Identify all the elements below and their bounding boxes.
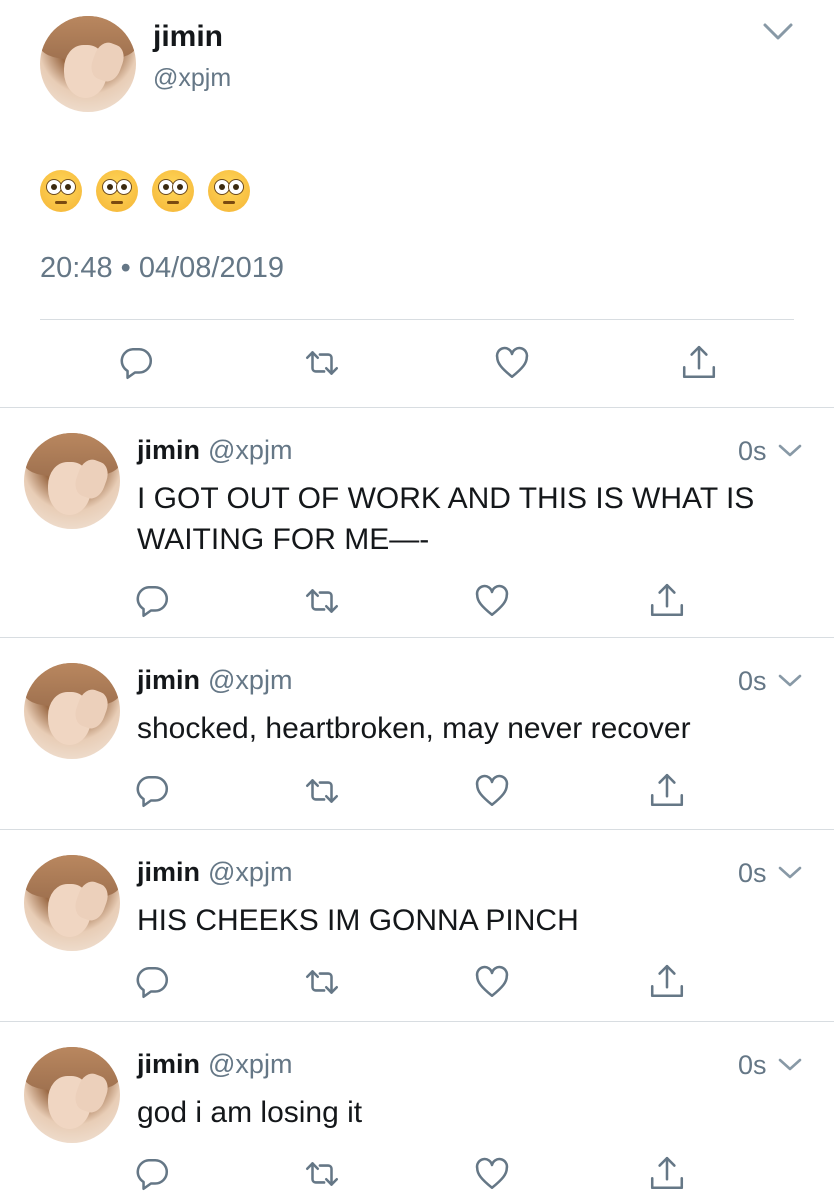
- author-handle: @xpjm: [208, 1049, 293, 1079]
- like-icon[interactable]: [473, 963, 511, 1001]
- divider: [0, 407, 834, 408]
- avatar[interactable]: [24, 663, 120, 759]
- retweet-icon-glyph: [305, 970, 339, 994]
- share-icon-glyph: [682, 345, 716, 378]
- author-name[interactable]: jimin @xpjm: [137, 435, 292, 466]
- like-icon-glyph: [475, 584, 509, 616]
- tweet-text: shocked, heartbroken, may never recover: [137, 712, 691, 745]
- retweet-icon-glyph: [305, 589, 339, 613]
- author-display-name: jimin: [137, 1049, 201, 1079]
- flushed-face-emoji: [40, 170, 82, 212]
- tweet-time: 0s: [738, 666, 767, 696]
- like-icon-glyph: [495, 346, 529, 378]
- like-icon-glyph: [475, 1157, 509, 1189]
- share-icon-glyph: [650, 583, 684, 616]
- tweet-timestamp[interactable]: 20:48 • 04/08/2019: [40, 252, 284, 285]
- retweet-icon[interactable]: [303, 772, 341, 810]
- main-author-name[interactable]: jimin: [153, 20, 223, 54]
- retweet-icon[interactable]: [303, 344, 341, 382]
- tweet-time: 0s: [738, 1050, 767, 1080]
- retweet-icon-glyph: [305, 1162, 339, 1186]
- share-icon[interactable]: [648, 582, 686, 620]
- chevron-down-icon[interactable]: [778, 443, 802, 459]
- like-icon-glyph: [475, 774, 509, 806]
- tweet-emoji-text: [40, 170, 250, 212]
- tweet-time: 0s: [738, 858, 767, 888]
- tweet-text: god i am losing it: [137, 1096, 363, 1129]
- like-icon[interactable]: [473, 1155, 511, 1193]
- flushed-face-emoji: [152, 170, 194, 212]
- chevron-down-icon[interactable]: [778, 865, 802, 881]
- reply-icon-glyph: [136, 586, 168, 618]
- share-icon-glyph: [650, 1156, 684, 1189]
- author-name[interactable]: jimin @xpjm: [137, 1049, 292, 1080]
- flushed-face-emoji: [208, 170, 250, 212]
- tweet-text: HIS CHEEKS IM GONNA PINCH: [137, 904, 579, 937]
- author-display-name: jimin: [137, 435, 201, 465]
- reply-icon-glyph: [120, 348, 152, 380]
- divider: [0, 637, 834, 638]
- like-icon-glyph: [475, 965, 509, 997]
- like-icon[interactable]: [493, 344, 531, 382]
- share-icon-glyph: [650, 964, 684, 997]
- avatar[interactable]: [24, 1047, 120, 1143]
- author-handle: @xpjm: [208, 435, 293, 465]
- divider: [0, 829, 834, 830]
- author-name[interactable]: jimin @xpjm: [137, 857, 292, 888]
- share-icon-glyph: [650, 773, 684, 806]
- share-icon[interactable]: [648, 772, 686, 810]
- chevron-down-icon[interactable]: [762, 22, 794, 42]
- retweet-icon[interactable]: [303, 582, 341, 620]
- divider: [0, 1021, 834, 1022]
- reply-icon[interactable]: [117, 344, 155, 382]
- chevron-down-icon[interactable]: [778, 1057, 802, 1073]
- avatar[interactable]: [24, 855, 120, 951]
- retweet-icon-glyph: [305, 351, 339, 375]
- author-display-name: jimin: [137, 857, 201, 887]
- main-avatar[interactable]: [40, 16, 136, 112]
- avatar[interactable]: [24, 433, 120, 529]
- tweet-time: 0s: [738, 436, 767, 466]
- main-author-handle[interactable]: @xpjm: [153, 64, 231, 93]
- reply-icon[interactable]: [133, 1155, 171, 1193]
- retweet-icon[interactable]: [303, 963, 341, 1001]
- like-icon[interactable]: [473, 582, 511, 620]
- tweet-text: I GOT OUT OF WORK AND THIS IS WHAT IS WA…: [137, 482, 755, 556]
- share-icon[interactable]: [680, 344, 718, 382]
- reply-icon-glyph: [136, 1159, 168, 1191]
- like-icon[interactable]: [473, 772, 511, 810]
- retweet-icon-glyph: [305, 779, 339, 803]
- author-handle: @xpjm: [208, 665, 293, 695]
- author-name[interactable]: jimin @xpjm: [137, 665, 292, 696]
- share-icon[interactable]: [648, 1155, 686, 1193]
- retweet-icon[interactable]: [303, 1155, 341, 1193]
- share-icon[interactable]: [648, 963, 686, 1001]
- reply-icon[interactable]: [133, 963, 171, 1001]
- author-display-name: jimin: [137, 665, 201, 695]
- chevron-down-icon[interactable]: [778, 673, 802, 689]
- reply-icon[interactable]: [133, 582, 171, 620]
- divider: [40, 319, 794, 320]
- reply-icon-glyph: [136, 967, 168, 999]
- reply-icon[interactable]: [133, 772, 171, 810]
- flushed-face-emoji: [96, 170, 138, 212]
- author-handle: @xpjm: [208, 857, 293, 887]
- reply-icon-glyph: [136, 776, 168, 808]
